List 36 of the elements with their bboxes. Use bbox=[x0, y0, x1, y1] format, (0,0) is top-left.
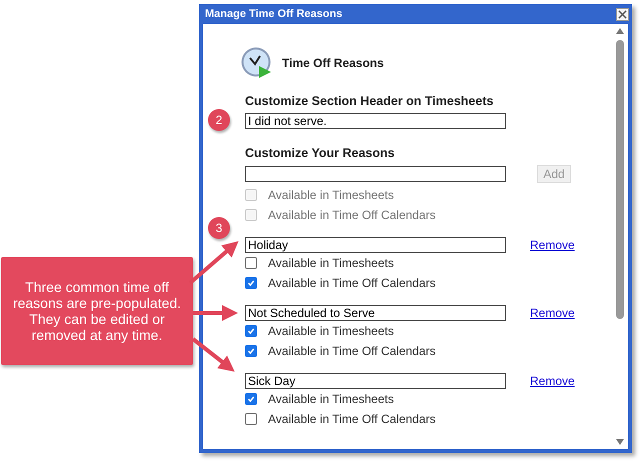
input-field[interactable]: Holiday bbox=[245, 236, 506, 252]
field-label: Customize Your Reasons bbox=[245, 146, 396, 160]
close-icon bbox=[618, 10, 627, 18]
window-title: Manage Time Off Reasons bbox=[205, 8, 342, 20]
check-icon bbox=[246, 394, 256, 404]
remove-link[interactable]: Remove bbox=[530, 238, 575, 252]
checkbox-label: Available in Time Off Calendars bbox=[268, 412, 436, 426]
checkbox[interactable] bbox=[245, 345, 257, 357]
remove-link[interactable]: Remove bbox=[530, 374, 575, 388]
input-field[interactable]: Not Scheduled to Serve bbox=[245, 304, 506, 320]
checkbox-label: Available in Timesheets bbox=[268, 392, 394, 406]
close-button[interactable] bbox=[616, 8, 629, 20]
checkbox[interactable] bbox=[245, 277, 257, 289]
checkbox[interactable] bbox=[245, 325, 257, 337]
checkbox-label: Available in Timesheets bbox=[268, 256, 394, 270]
field-label: Customize Section Header on Timesheets bbox=[245, 94, 494, 108]
checkbox-label: Available in Timesheets bbox=[268, 324, 394, 338]
input-field[interactable] bbox=[245, 166, 506, 182]
scroll-down-icon bbox=[616, 439, 624, 445]
input-field[interactable]: Sick Day bbox=[245, 372, 506, 388]
step-badge: 2 bbox=[208, 109, 230, 131]
remove-link[interactable]: Remove bbox=[530, 306, 575, 320]
callout-text: Three common time off reasons are pre-populated. They can be edited or removed at any time. bbox=[12, 279, 182, 343]
section-title: Time Off Reasons bbox=[282, 56, 384, 70]
checkbox-label: Available in Time Off Calendars bbox=[268, 208, 436, 222]
checkbox-label: Available in Time Off Calendars bbox=[268, 276, 436, 290]
scrollbar[interactable] bbox=[614, 28, 626, 445]
checkbox-label: Available in Timesheets bbox=[268, 188, 394, 202]
checkbox[interactable] bbox=[245, 257, 257, 269]
checkbox[interactable] bbox=[245, 393, 257, 405]
checkbox-label: Available in Time Off Calendars bbox=[268, 344, 436, 358]
step-badge: 3 bbox=[208, 217, 230, 239]
scroll-up-icon bbox=[616, 28, 624, 34]
checkbox[interactable] bbox=[245, 413, 257, 425]
input-field[interactable]: I did not serve. bbox=[245, 112, 506, 128]
check-icon bbox=[246, 278, 256, 288]
